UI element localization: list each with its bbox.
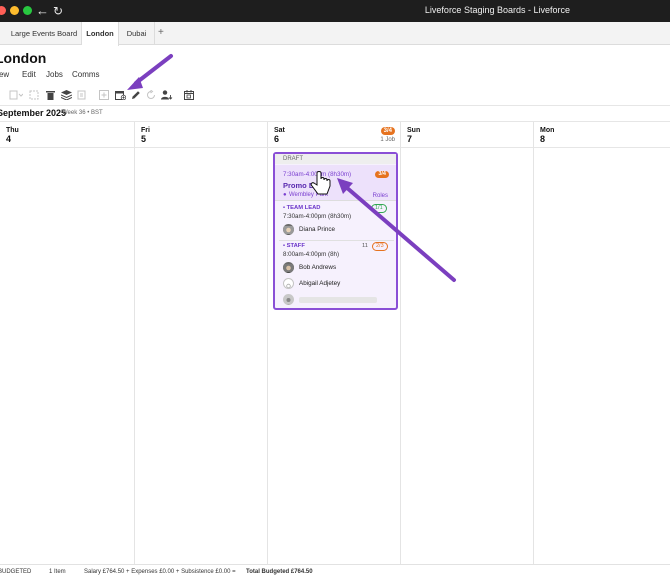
job-time: 7:30am-4:00pm (8h30m) [283, 171, 352, 178]
day-name: Mon [540, 127, 555, 134]
team-lead-count-badge: 1/1 [371, 204, 387, 213]
day-name: Thu [6, 127, 19, 134]
role-label-staff: • STAFF [283, 243, 305, 249]
paste-icon[interactable] [28, 89, 40, 101]
job-status-label: DRAFT [275, 154, 396, 164]
tab-dubai[interactable]: Dubai [119, 22, 155, 45]
tab-large-events-board[interactable]: Large Events Board [7, 22, 82, 45]
budget-total: Total Budgeted £764.50 [246, 569, 313, 575]
annotation-arrow-toolbar [127, 54, 173, 90]
week-subtitle: Week 36 • BST [62, 110, 103, 116]
staff-time: 8:00am-4:00pm (8h) [283, 251, 340, 258]
budget-breakdown: Salary £764.50 + Expenses £0.00 + Subsis… [84, 569, 236, 575]
day-header: Thu 4 [0, 122, 134, 148]
layers-icon[interactable] [60, 89, 72, 101]
board-tabs: Large Events Board London Dubai + [0, 22, 670, 46]
window-title: Liveforce Staging Boards - Liveforce [424, 5, 570, 15]
menu-edit[interactable]: Edit [22, 70, 36, 79]
copy-icon[interactable] [8, 89, 24, 101]
menu-jobs[interactable]: Jobs [46, 70, 63, 79]
job-name: Promo Day [283, 181, 323, 190]
person-name: Bob Andrews [299, 264, 337, 271]
day-name: Sun [407, 127, 421, 134]
day-number: 6 [274, 134, 280, 144]
refresh-icon[interactable] [145, 89, 157, 101]
duplicate-icon[interactable] [76, 89, 88, 101]
toolbar-divider [0, 105, 670, 106]
empty-slot-bar [299, 297, 377, 303]
location-pin-icon: ● [283, 192, 287, 198]
budget-item-count: 1 Item [49, 569, 66, 575]
avatar [283, 224, 294, 235]
day-name: Sat [274, 127, 285, 134]
day-fill-badge: 3/4 [380, 127, 395, 135]
day-column-thu[interactable]: Thu 4 [0, 122, 135, 564]
calendar-add-icon[interactable] [114, 89, 126, 101]
pencil-icon[interactable] [130, 89, 142, 101]
job-fill-badge: 3/4 [375, 171, 389, 178]
day-header: Sun 7 [401, 122, 533, 148]
day-header: Mon 8 [534, 122, 670, 148]
person-name: Diana Prince [299, 226, 336, 233]
trash-icon[interactable] [44, 89, 56, 101]
board-title: London [0, 50, 47, 66]
tab-london[interactable]: London [82, 22, 119, 46]
avatar [283, 262, 294, 273]
day-name: Fri [141, 127, 150, 134]
role-label-team-lead: • TEAM LEAD [283, 205, 321, 211]
day-header: Sat 6 3/4 1 Job [268, 122, 400, 148]
budget-footer: BUDGETED 1 Item Salary £764.50 + Expense… [0, 564, 670, 580]
job-summary[interactable]: 7:30am-4:00pm (8h30m) 3/4 Promo Day ● We… [275, 165, 396, 201]
team-lead-time: 7:30am-4:00pm (8h30m) [283, 213, 352, 220]
menu-view[interactable]: View [0, 70, 9, 79]
toolbar [0, 88, 670, 104]
calendar-icon[interactable] [183, 89, 195, 101]
day-column-mon[interactable]: Mon 8 [534, 122, 670, 564]
avatar-placeholder-icon [283, 278, 294, 289]
staff-count-badge: 2/3 [372, 242, 388, 251]
role-divider [279, 240, 394, 241]
job-card[interactable]: DRAFT 7:30am-4:00pm (8h30m) 3/4 Promo Da… [273, 152, 398, 310]
window-titlebar: ← ↻ Liveforce Staging Boards - Liveforce [0, 0, 670, 22]
budget-label: BUDGETED [0, 569, 32, 575]
day-number: 8 [540, 134, 546, 144]
day-number: 7 [407, 134, 413, 144]
day-number: 4 [6, 134, 12, 144]
menu-comms[interactable]: Comms [72, 70, 100, 79]
day-column-fri[interactable]: Fri 5 [135, 122, 268, 564]
job-location: Wembley Park [289, 192, 328, 198]
day-column-sun[interactable]: Sun 7 [401, 122, 534, 564]
person-name: Abigail Adjetey [299, 280, 341, 287]
job-roles-link[interactable]: Roles [373, 193, 388, 199]
day-job-count: 1 Job [380, 137, 395, 143]
add-job-icon[interactable] [98, 89, 110, 101]
day-number: 5 [141, 134, 147, 144]
assign-user-icon[interactable] [161, 89, 173, 101]
add-tab-button[interactable]: + [158, 22, 164, 45]
day-header: Fri 5 [135, 122, 267, 148]
avatar-empty-icon [283, 294, 294, 305]
week-title: September 2025 [0, 108, 67, 118]
staff-extra-count: 11 [362, 243, 369, 249]
